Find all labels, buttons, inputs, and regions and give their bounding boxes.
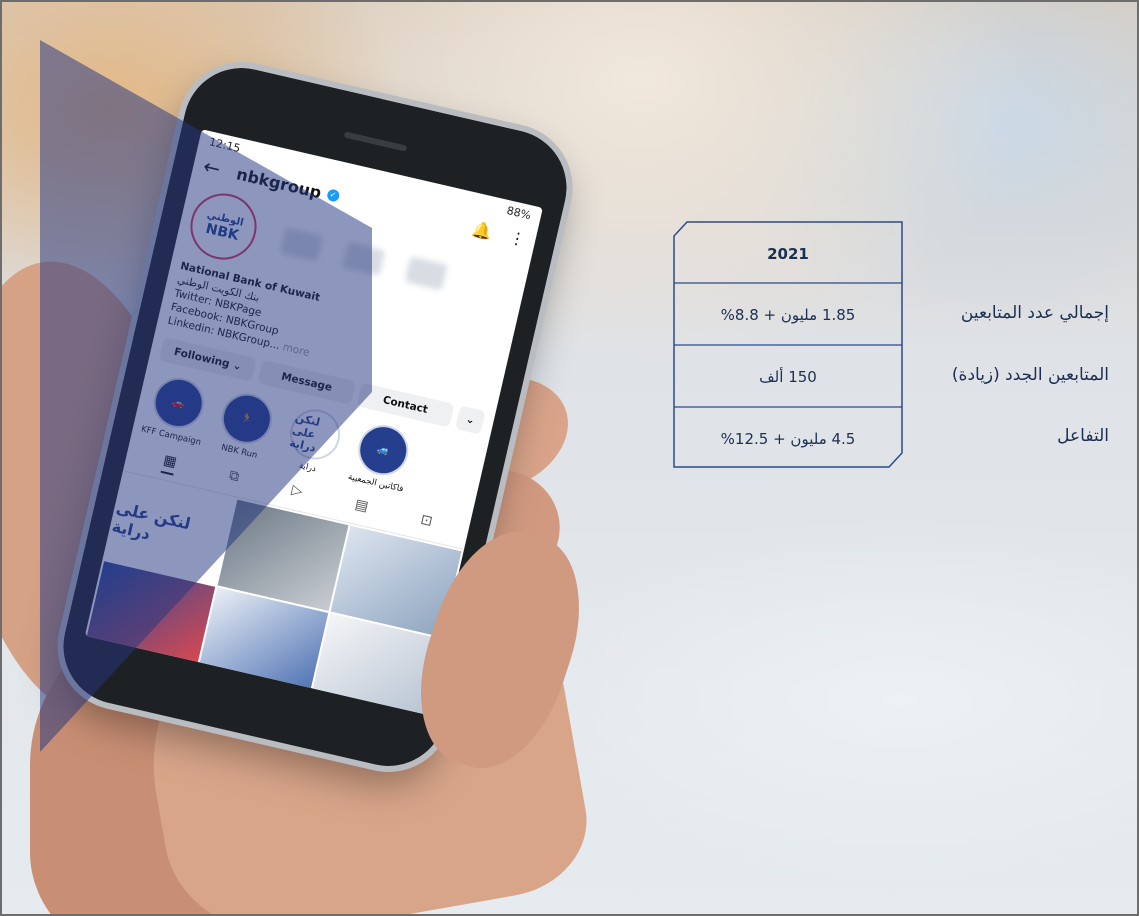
followers-count-blurred xyxy=(342,241,386,276)
row-label-new-followers: المتابعين الجدد (زيادة) xyxy=(951,365,1109,385)
reels-tab-icon[interactable]: ⧉ xyxy=(226,467,240,490)
highlight-label: NBK Run xyxy=(220,442,259,461)
following-count-blurred xyxy=(404,256,448,291)
more-options-icon[interactable]: ⋮ xyxy=(508,227,528,249)
background-photo: 12:15 88% ← nbkgroup ✓ 🔔 ⋮ الوطني NBK Na… xyxy=(0,0,1139,916)
chevron-down-icon[interactable]: ⌄ xyxy=(454,405,486,435)
table-header: 2021 xyxy=(767,245,809,263)
row-label-total-followers: إجمالي عدد المتابعين xyxy=(960,303,1109,323)
table-value-engagement: 4.5 مليون + 12.5% xyxy=(720,430,856,448)
bell-icon[interactable]: 🔔 xyxy=(471,218,495,241)
stats-table: 2021 1.85 مليون + 8.8% 150 ألف 4.5 مليون… xyxy=(673,221,903,468)
posts-count-blurred xyxy=(280,227,323,262)
video-tab-icon[interactable]: ▷ xyxy=(289,482,304,505)
avatar[interactable]: الوطني NBK xyxy=(183,186,264,267)
verified-badge-icon: ✓ xyxy=(325,188,341,203)
grid-tab-icon[interactable]: ▦ xyxy=(160,452,179,476)
car-icon: 🚙 xyxy=(353,420,414,481)
highlight-item[interactable]: 🚙 فاكاتين الجمعيية xyxy=(346,419,417,495)
tagged-tab-icon[interactable]: ⊡ xyxy=(418,512,434,535)
header-actions: 🔔 ⋮ xyxy=(471,218,528,249)
back-arrow-icon[interactable]: ← xyxy=(201,154,240,185)
highlight-label: دراية xyxy=(297,460,317,475)
highlight-item[interactable]: لنكن على دراية دراية xyxy=(278,404,349,479)
runner-icon: 🏃 xyxy=(216,388,277,449)
highlight-item[interactable]: 🏃 NBK Run xyxy=(210,388,281,463)
car-icon: 🚗 xyxy=(148,372,209,433)
table-value-new-followers: 150 ألف xyxy=(759,368,817,386)
table-value-total-followers: 1.85 مليون + 8.8% xyxy=(720,306,856,324)
profile-stats xyxy=(280,227,448,291)
guides-tab-icon[interactable]: ▤ xyxy=(352,496,369,519)
highlight-item[interactable]: 🚗 KFF Campaign xyxy=(140,372,213,448)
row-label-engagement: التفاعل xyxy=(1057,426,1109,446)
highlight-circle-text: لنكن على دراية xyxy=(285,404,346,465)
